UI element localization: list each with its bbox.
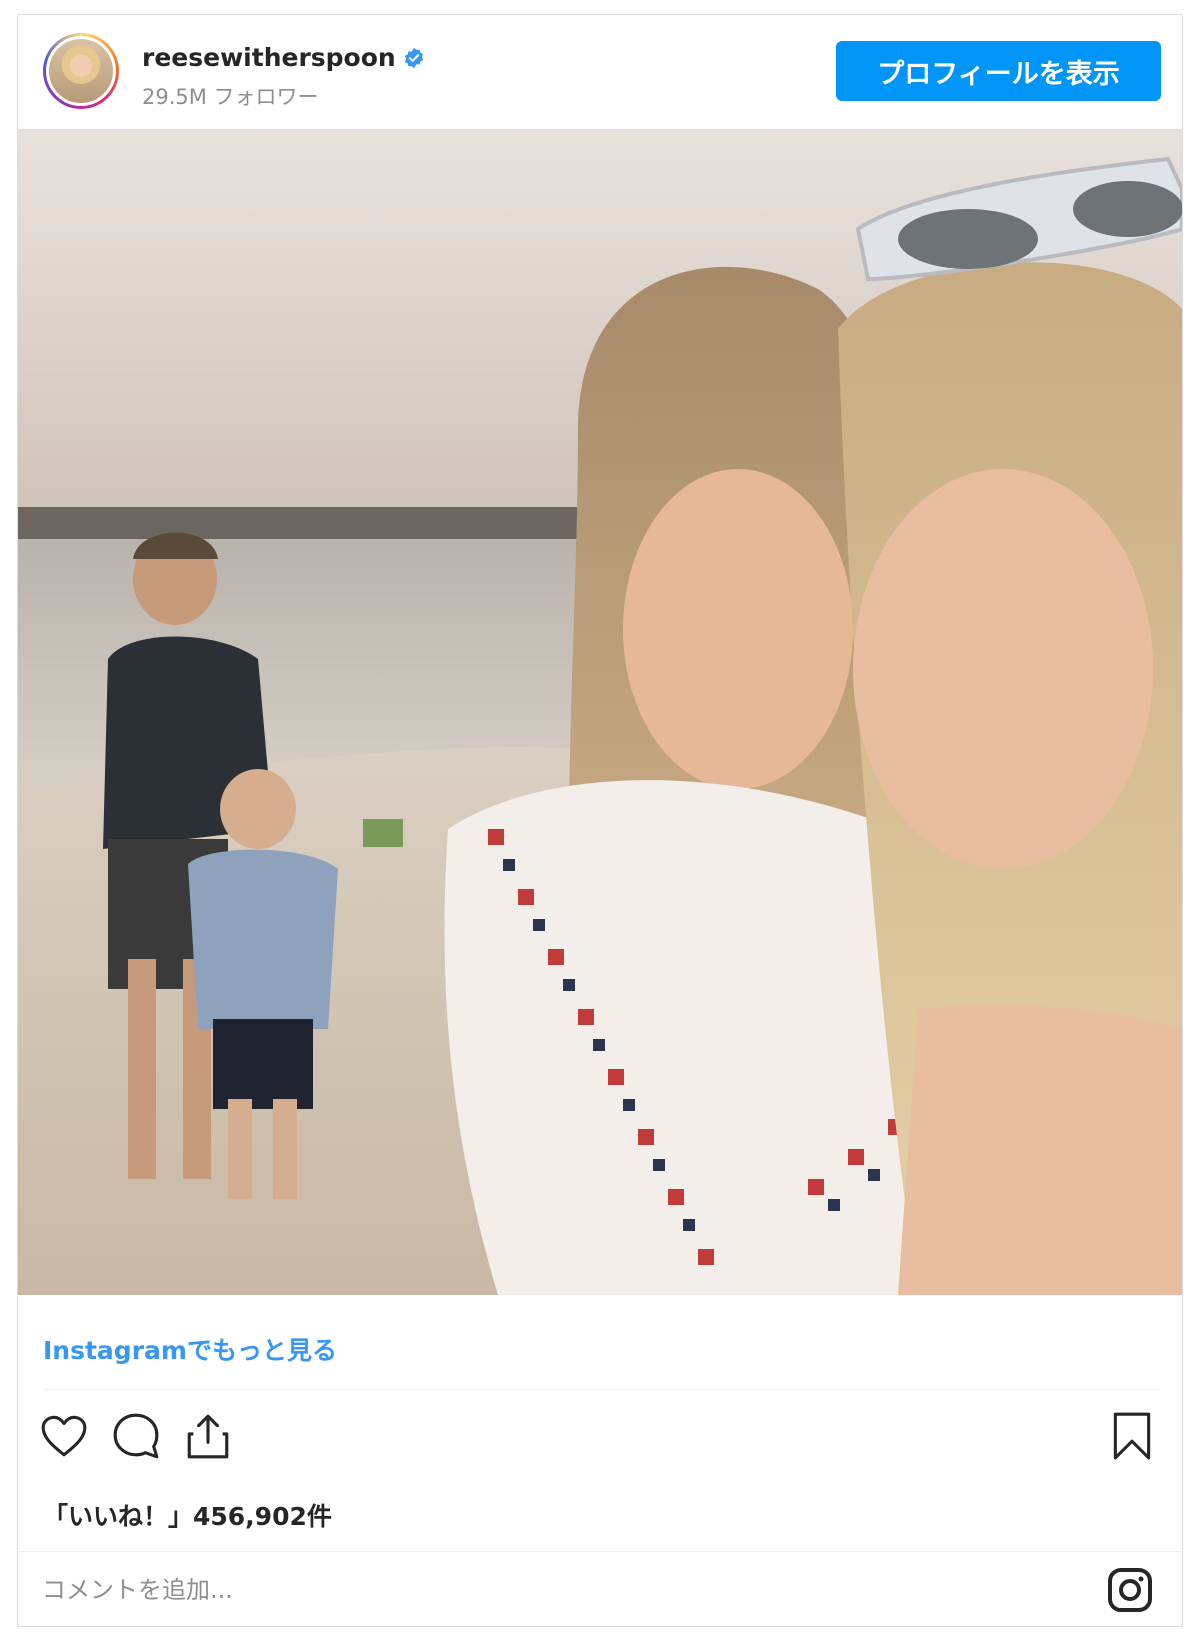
action-bar — [18, 1408, 1182, 1468]
post-photo[interactable] — [18, 129, 1182, 1295]
heart-icon — [41, 1415, 87, 1457]
post-header: reesewitherspoon 29.5M フォロワー プロフィールを表示 — [18, 15, 1182, 129]
username[interactable]: reesewitherspoon — [142, 43, 396, 72]
avatar[interactable] — [43, 33, 119, 109]
view-profile-button[interactable]: プロフィールを表示 — [836, 41, 1161, 101]
divider — [43, 1389, 1159, 1390]
photo-illustration — [18, 129, 1182, 1295]
verified-badge-icon — [404, 47, 423, 68]
instagram-embed-card: reesewitherspoon 29.5M フォロワー プロフィールを表示 I… — [17, 14, 1183, 1627]
username-row: reesewitherspoon — [142, 43, 425, 72]
like-count: 「いいね！」456,902件 — [43, 1502, 332, 1531]
follower-count: 29.5M フォロワー — [142, 85, 319, 109]
share-button[interactable] — [180, 1408, 236, 1464]
bookmark-icon — [1113, 1412, 1151, 1460]
comment-bubble-icon — [113, 1413, 159, 1459]
like-button[interactable] — [36, 1408, 92, 1464]
save-button[interactable] — [1104, 1408, 1160, 1464]
share-icon — [187, 1414, 229, 1459]
comment-row — [18, 1552, 1182, 1627]
comment-input[interactable] — [40, 1566, 1044, 1614]
avatar-image — [46, 36, 116, 106]
instagram-logo-icon[interactable] — [1106, 1566, 1154, 1614]
view-more-on-instagram-link[interactable]: Instagramでもっと見る — [43, 1331, 337, 1367]
comment-button[interactable] — [108, 1408, 164, 1464]
